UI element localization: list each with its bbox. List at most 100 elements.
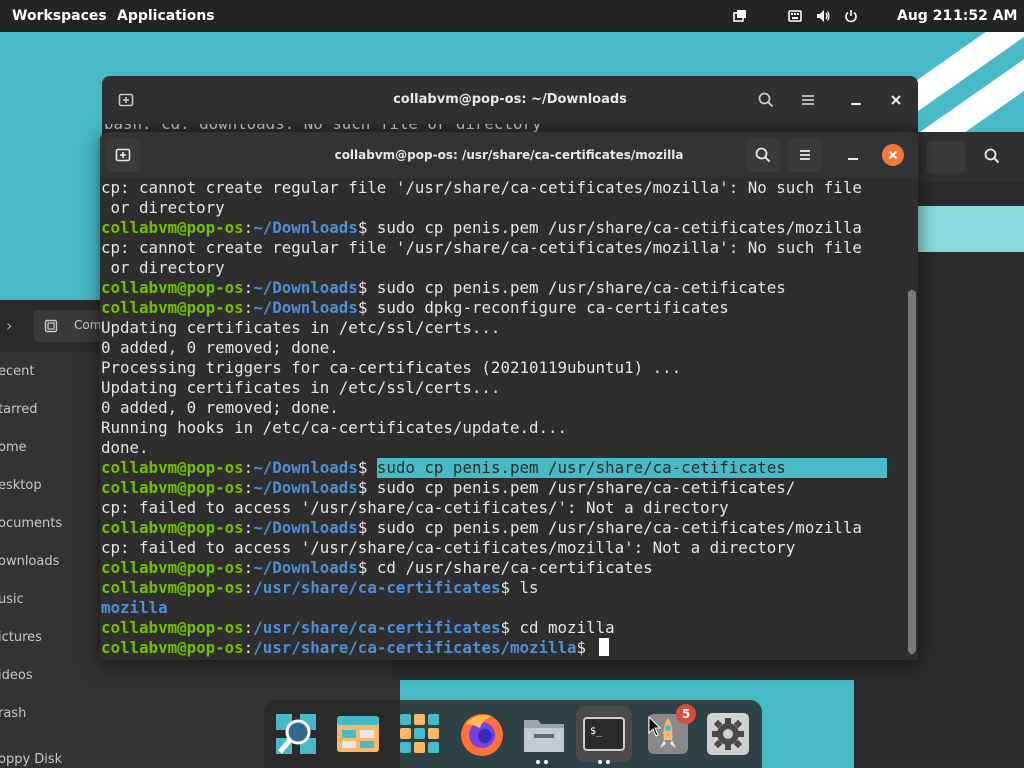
terminal-line: collabvm@pop-os:~/Downloads$ sudo cp pen… (101, 458, 904, 478)
sidebar-item-music[interactable]: usic (0, 592, 24, 607)
command-text: sudo cp penis.pem /usr/share/ca-cetifica… (376, 278, 786, 297)
dock-item-firefox[interactable] (458, 710, 506, 758)
dock-item-search[interactable] (272, 710, 320, 758)
dock-item-files[interactable] (520, 710, 568, 758)
sidebar-item-trash[interactable]: rash (0, 706, 26, 721)
terminal-line: mozilla (101, 598, 904, 618)
terminal-line: 0 added, 0 removed; done. (101, 398, 904, 418)
prompt-path: ~/Downloads (253, 218, 358, 237)
terminal-line: collabvm@pop-os:/usr/share/ca-certificat… (101, 618, 615, 637)
terminal-line: cp: cannot create regular file '/usr/sha… (101, 238, 904, 258)
dock-item-app-grid[interactable] (396, 710, 444, 758)
running-indicator (598, 760, 610, 764)
prompt-path: ~/Downloads (253, 478, 358, 497)
output-text: cp: failed to access '/usr/share/ca-ceti… (101, 538, 796, 557)
terminal-scrollbar[interactable] (904, 178, 918, 660)
terminal-front-header: collabvm@pop-os: /usr/share/ca-certifica… (100, 132, 918, 178)
terminal-output[interactable]: cp: cannot create regular file '/usr/sha… (100, 178, 904, 660)
firefox-icon (461, 714, 503, 756)
output-text: done. (101, 438, 149, 457)
sidebar-item-starred[interactable]: tarred (0, 402, 38, 417)
terminal-line: or directory (101, 258, 904, 278)
prompt-user: collabvm@pop-os (101, 218, 244, 237)
location-bar[interactable]: Com (34, 310, 104, 342)
prompt-user: collabvm@pop-os (101, 458, 244, 477)
menu-icon (800, 150, 810, 160)
sidebar-item-documents[interactable]: ocuments (0, 516, 62, 531)
notification-badge: 5 (676, 704, 696, 724)
prompt-user: collabvm@pop-os (101, 558, 244, 577)
running-indicator (536, 760, 548, 764)
minimize-icon[interactable] (846, 147, 860, 163)
clock-date[interactable]: Aug 21 (897, 0, 952, 32)
search-icon[interactable] (984, 148, 1000, 164)
menu-button[interactable] (788, 138, 822, 172)
forward-arrow-icon[interactable]: › (6, 316, 12, 335)
dock-item-terminal[interactable]: $_ (576, 706, 632, 762)
terminal-icon: $_ (583, 717, 625, 751)
location-text: Com (74, 318, 102, 332)
output-text: Processing triggers for ca-certificates … (101, 358, 682, 377)
output-text: 0 added, 0 removed; done. (101, 338, 339, 357)
sidebar-item-desktop[interactable]: esktop (0, 478, 42, 493)
prompt-user: collabvm@pop-os (101, 478, 244, 497)
applications-button[interactable]: Applications (117, 0, 215, 32)
terminal-line: 0 added, 0 removed; done. (101, 338, 904, 358)
keyboard-icon[interactable] (788, 9, 802, 23)
terminal-line: cp: failed to access '/usr/share/ca-ceti… (101, 498, 904, 518)
prompt-path: ~/Downloads (253, 298, 358, 317)
terminal-line: Updating certificates in /etc/ssl/certs.… (101, 318, 904, 338)
new-tab-icon[interactable] (118, 92, 134, 108)
terminal-line: collabvm@pop-os:~/Downloads$ sudo cp pen… (101, 478, 796, 497)
power-icon[interactable] (844, 9, 858, 23)
volume-icon[interactable] (816, 9, 830, 23)
terminal-line: collabvm@pop-os:/usr/share/ca-certificat… (101, 638, 904, 658)
prompt-path: ~/Downloads (253, 518, 358, 537)
sidebar-item-videos[interactable]: ideos (0, 668, 33, 683)
prompt-path: /usr/share/ca-certificates (253, 618, 501, 637)
close-button[interactable] (882, 144, 904, 166)
command-text: ls (519, 578, 539, 597)
minimize-icon[interactable] (849, 92, 863, 108)
command-text: sudo cp penis.pem /usr/share/ca-cetifica… (376, 458, 887, 478)
command-text: sudo cp penis.pem /usr/share/ca-cetifica… (376, 218, 862, 237)
sidebar-item-recent[interactable]: ecent (0, 364, 34, 379)
output-text: cp: cannot create regular file '/usr/sha… (101, 178, 862, 197)
search-icon[interactable] (758, 92, 774, 108)
terminal-line: collabvm@pop-os:~/Downloads$ sudo cp pen… (101, 278, 786, 297)
scrollbar-thumb[interactable] (908, 290, 916, 654)
prompt-path: ~/Downloads (253, 558, 358, 577)
terminal-line: collabvm@pop-os:~/Downloads$ sudo cp pen… (101, 218, 862, 237)
mouse-pointer-icon (648, 716, 662, 737)
workspaces-button[interactable]: Workspaces (12, 0, 107, 32)
sidebar-item-downloads[interactable]: ownloads (0, 554, 59, 569)
output-text: 0 added, 0 removed; done. (101, 398, 339, 417)
terminal-line: cp: failed to access '/usr/share/ca-ceti… (101, 538, 904, 558)
background-window-corner (854, 680, 1024, 768)
close-icon[interactable] (889, 93, 903, 107)
dock-item-file-manager[interactable] (334, 710, 382, 758)
terminal-line: or directory (101, 198, 904, 218)
new-tab-icon (115, 148, 131, 162)
search-app-icon (276, 714, 316, 754)
windows-icon[interactable] (733, 9, 747, 23)
sidebar-item-pictures[interactable]: ictures (0, 630, 42, 645)
dock-item-settings[interactable] (704, 710, 752, 758)
sidebar-item-floppy-disk[interactable]: oppy Disk (0, 752, 62, 767)
prompt-user: collabvm@pop-os (101, 298, 244, 317)
new-tab-button[interactable] (106, 138, 140, 172)
sidebar-item-home[interactable]: ome (0, 440, 27, 455)
prompt-user: collabvm@pop-os (101, 578, 244, 597)
header-field[interactable] (926, 141, 966, 173)
app-grid-icon (400, 714, 439, 753)
prompt-path: ~/Downloads (253, 458, 358, 477)
menu-icon[interactable] (800, 92, 816, 108)
terminal-line: Updating certificates in /etc/ssl/certs.… (101, 378, 904, 398)
command-text: sudo cp penis.pem /usr/share/ca-cetifica… (376, 478, 796, 497)
output-text: Updating certificates in /etc/ssl/certs.… (101, 318, 501, 337)
terminal-line: collabvm@pop-os:/usr/share/ca-certificat… (101, 578, 539, 597)
clock-time[interactable]: 1:52 AM (953, 0, 1017, 32)
terminal-line: collabvm@pop-os:~/Downloads$ sudo cp pen… (101, 518, 862, 537)
search-button[interactable] (746, 138, 780, 172)
command-text: cd mozilla (519, 618, 615, 637)
